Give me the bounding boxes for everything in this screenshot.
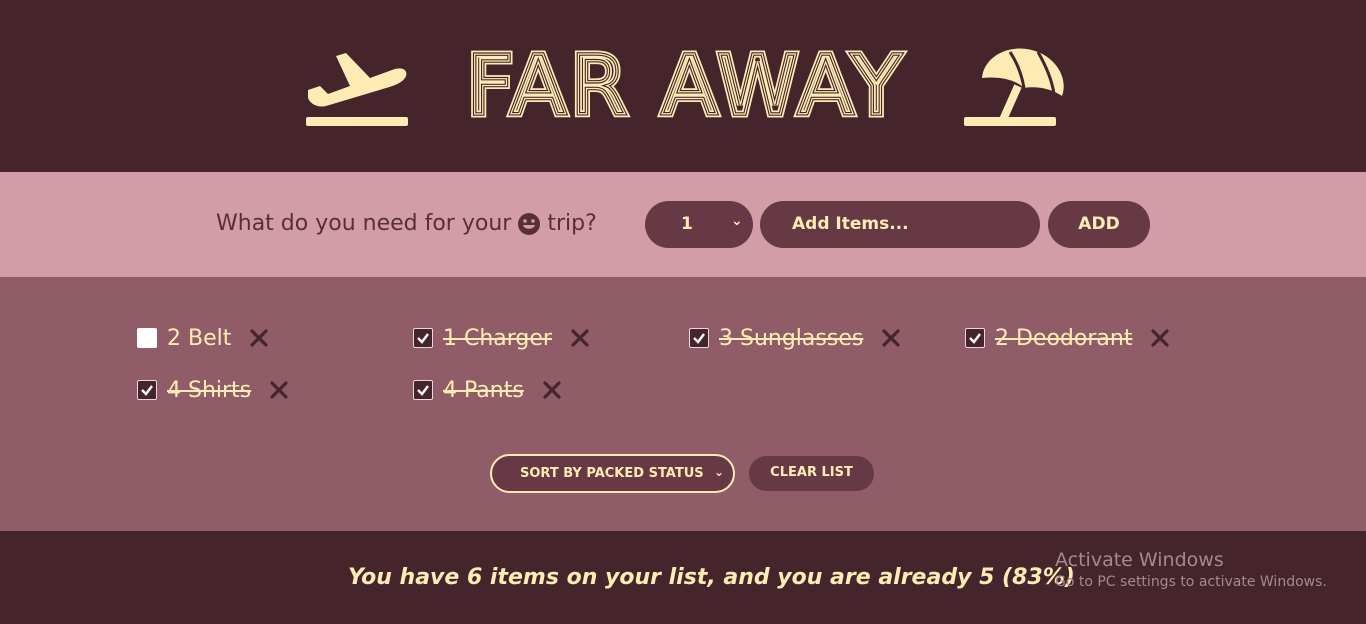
close-x-icon[interactable]: [542, 380, 562, 400]
item-input[interactable]: Add Items...: [760, 201, 1040, 248]
chevron-down-icon: ⌄: [714, 465, 725, 479]
list-item: 1 Charger: [413, 323, 590, 353]
grinning-face-icon: [518, 212, 541, 235]
packed-checkbox[interactable]: [137, 328, 157, 348]
prompt-text-end: trip?: [547, 211, 597, 236]
quantity-value: 1: [681, 214, 693, 234]
item-label: 2 Deodorant: [995, 325, 1133, 351]
list-item: 4 Shirts: [137, 375, 289, 405]
close-x-icon[interactable]: [570, 328, 590, 348]
app-title: FAR AWAY FAR AWAY FAR AWAY: [463, 40, 906, 124]
item-label: 1 Charger: [443, 325, 552, 351]
item-placeholder: Add Items...: [792, 214, 909, 234]
list-item: 2 Deodorant: [965, 323, 1170, 353]
prompt-text: What do you need for your: [216, 211, 512, 236]
close-x-icon[interactable]: [269, 380, 289, 400]
packed-checkbox[interactable]: [413, 328, 433, 348]
sort-select[interactable]: SORT BY PACKED STATUS ⌄: [490, 454, 735, 493]
checkmark-icon: [969, 333, 981, 344]
add-button[interactable]: ADD: [1048, 201, 1150, 248]
stats-text: You have 6 items on your list, and you a…: [348, 565, 1075, 590]
checkmark-icon: [417, 385, 429, 396]
checkmark-icon: [693, 333, 705, 344]
airplane-departure-icon: [306, 53, 408, 126]
packed-checkbox[interactable]: [965, 328, 985, 348]
quantity-select[interactable]: 1 ⌄: [645, 201, 753, 248]
item-label: 2 Belt: [167, 325, 232, 351]
activate-windows-subtitle: Go to PC settings to activate Windows.: [1055, 574, 1327, 590]
close-x-icon[interactable]: [881, 328, 901, 348]
packed-checkbox[interactable]: [689, 328, 709, 348]
svg-text:FAR AWAY: FAR AWAY: [467, 40, 906, 124]
app-header: FAR AWAY FAR AWAY FAR AWAY: [0, 0, 1366, 172]
close-x-icon[interactable]: [249, 328, 269, 348]
item-label: 4 Shirts: [167, 377, 252, 403]
clear-list-button[interactable]: CLEAR LIST: [749, 456, 874, 491]
sort-value: SORT BY PACKED STATUS: [520, 466, 704, 481]
checkmark-icon: [417, 333, 429, 344]
packed-checkbox[interactable]: [137, 380, 157, 400]
form-prompt: What do you need for your trip?: [216, 211, 597, 236]
list-item: 4 Pants: [413, 375, 562, 405]
activate-windows-title: Activate Windows: [1055, 549, 1224, 571]
list-item: 2 Belt: [137, 323, 269, 353]
checkmark-icon: [141, 385, 153, 396]
beach-umbrella-icon: [964, 48, 1064, 126]
item-label: 3 Sunglasses: [719, 325, 864, 351]
packed-checkbox[interactable]: [413, 380, 433, 400]
chevron-down-icon: ⌄: [731, 213, 743, 229]
close-x-icon[interactable]: [1150, 328, 1170, 348]
list-item: 3 Sunglasses: [689, 323, 901, 353]
item-label: 4 Pants: [443, 377, 524, 403]
